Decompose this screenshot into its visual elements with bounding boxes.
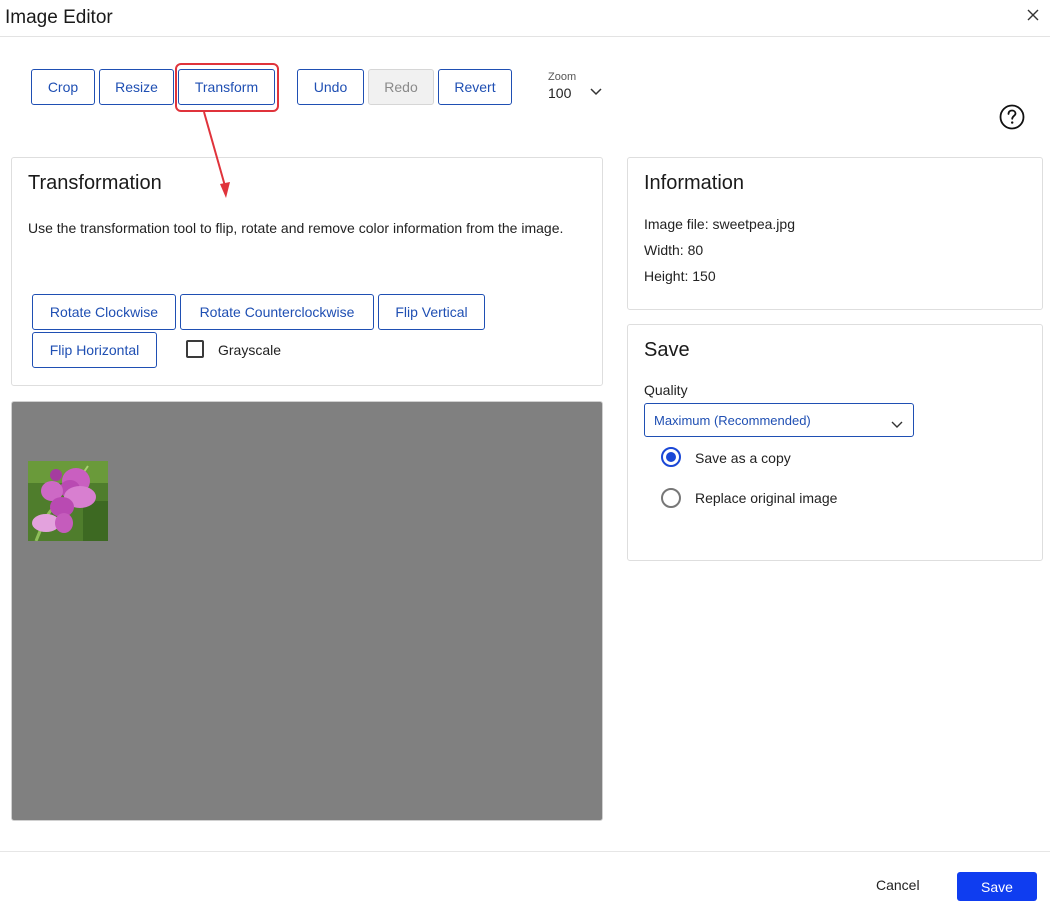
transformation-description: Use the transformation tool to flip, rot… [28, 220, 564, 236]
rotate-clockwise-button[interactable]: Rotate Clockwise [32, 294, 176, 330]
redo-button[interactable]: Redo [368, 69, 434, 105]
undo-button[interactable]: Undo [297, 69, 364, 105]
grayscale-label: Grayscale [218, 342, 282, 358]
transformation-panel: Transformation Use the transformation to… [11, 157, 603, 386]
image-file-info: Image file: sweetpea.jpg [644, 216, 795, 232]
grayscale-checkbox[interactable] [186, 340, 204, 358]
quality-select[interactable]: Maximum (Recommended) [644, 403, 914, 437]
image-canvas[interactable] [11, 401, 603, 821]
transformation-title: Transformation [28, 172, 162, 194]
close-icon[interactable] [1024, 6, 1042, 24]
zoom-value: 100 [548, 85, 572, 101]
sweetpea-image [28, 461, 108, 541]
window-title: Image Editor [5, 7, 113, 28]
zoom-dropdown[interactable]: Zoom 100 [548, 71, 602, 101]
crop-button[interactable]: Crop [31, 69, 95, 105]
replace-original-radio[interactable] [661, 488, 681, 508]
chevron-down-icon [590, 83, 602, 101]
help-icon[interactable] [999, 104, 1025, 130]
flip-horizontal-button[interactable]: Flip Horizontal [32, 332, 157, 368]
rotate-counterclockwise-button[interactable]: Rotate Counterclockwise [180, 294, 374, 330]
flip-vertical-button[interactable]: Flip Vertical [378, 294, 485, 330]
save-button[interactable]: Save [957, 872, 1037, 901]
save-title: Save [644, 339, 690, 361]
cancel-button[interactable]: Cancel [876, 877, 920, 893]
transform-highlight-box [175, 63, 279, 112]
information-title: Information [644, 172, 745, 194]
save-as-copy-radio[interactable] [661, 447, 681, 467]
width-info: Width: 80 [644, 242, 704, 258]
height-info: Height: 150 [644, 268, 716, 284]
zoom-label: Zoom [548, 71, 577, 83]
save-as-copy-label: Save as a copy [695, 450, 791, 466]
quality-select-value: Maximum (Recommended) [654, 413, 811, 428]
quality-label: Quality [644, 382, 688, 398]
footer: Cancel Save [0, 851, 1050, 905]
chevron-down-icon [891, 416, 903, 434]
save-panel: Save Quality Maximum (Recommended) Save … [627, 324, 1043, 561]
replace-original-label: Replace original image [695, 490, 838, 506]
information-panel: Information Image file: sweetpea.jpg Wid… [627, 157, 1043, 310]
title-bar: Image Editor [0, 0, 1050, 37]
revert-button[interactable]: Revert [438, 69, 512, 105]
resize-button[interactable]: Resize [99, 69, 174, 105]
